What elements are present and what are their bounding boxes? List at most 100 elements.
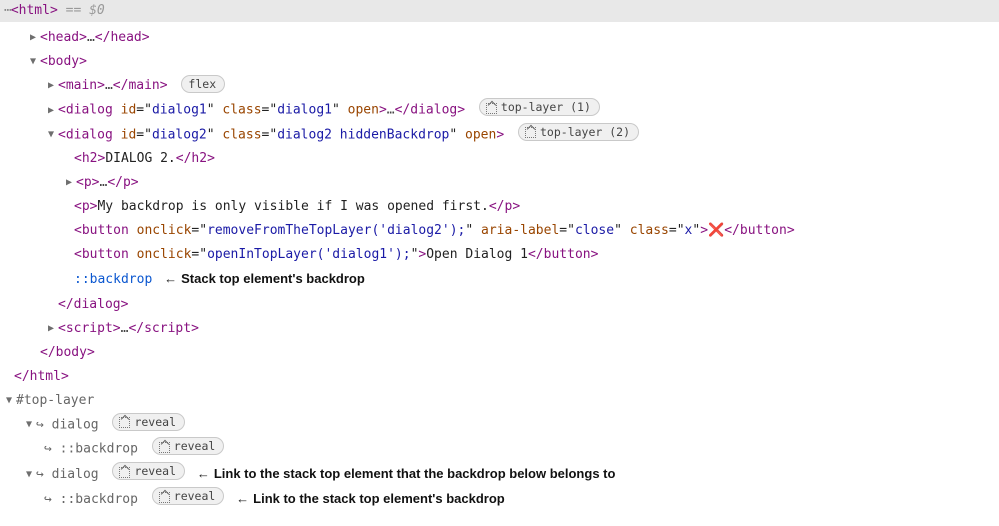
reveal-badge[interactable]: reveal [152,437,225,455]
flex-badge[interactable]: flex [181,75,225,93]
punct: </ [128,321,144,336]
punct: > [700,223,708,238]
return-arrow-icon: ↪ [44,442,52,457]
space [340,103,348,118]
tree-row-button-close[interactable]: <button onclick="removeFromTheTopLayer('… [0,219,999,243]
annotation-text: Stack top element's backdrop [181,271,365,286]
collapse-caret-icon[interactable]: ▼ [46,126,56,145]
collapse-caret-icon[interactable]: ▼ [28,53,38,72]
reveal-badge[interactable]: reveal [112,462,185,480]
attr-id: id [121,103,137,118]
tag-h2-close: h2 [191,151,207,166]
attr-open: open [465,127,496,142]
arrow-left-icon: ← [160,271,181,286]
punct: > [61,369,69,384]
eq: = [559,223,567,238]
text-content: DIALOG 2. [105,151,175,166]
punct: </ [489,199,505,214]
expand-caret-icon[interactable]: ▶ [46,320,56,339]
punct: </ [14,369,30,384]
collapse-caret-icon[interactable]: ▼ [4,392,14,411]
tree-row-body-open[interactable]: ▼<body> [0,50,999,74]
punct: > [787,223,795,238]
quote: " [199,223,207,238]
badge-label: top-layer (2) [540,124,630,140]
tag-script-close: script [144,321,191,336]
punct: < [74,199,82,214]
expand-caret-icon[interactable]: ▶ [28,29,38,48]
space [622,223,630,238]
punct: < [58,127,66,142]
punct: > [79,54,87,69]
punct: > [113,321,121,336]
tag-dialog: dialog [66,127,113,142]
punct: < [40,54,48,69]
tree-row-backdrop-pseudo[interactable]: ::backdrop ←Stack top element's backdrop [0,267,999,292]
tag-head: head [48,30,79,45]
tree-row-h2[interactable]: <h2>DIALOG 2.</h2> [0,147,999,171]
punct: < [74,247,82,262]
punct: < [58,321,66,336]
collapse-caret-icon[interactable]: ▼ [24,416,34,435]
quote: " [677,223,685,238]
top-layer-backdrop-row-1[interactable]: ↪ ::backdrop reveal [0,437,999,462]
target-icon [486,103,497,114]
punct: < [40,30,48,45]
collapse-caret-icon[interactable]: ▼ [24,466,34,485]
quote: " [332,103,340,118]
punct: </ [528,247,544,262]
reveal-badge[interactable]: reveal [152,487,225,505]
tree-row-main[interactable]: ▶<main>…</main> flex [0,74,999,98]
tree-row-dialog1[interactable]: ▶<dialog id="dialog1" class="dialog1" op… [0,98,999,123]
attr-onclick: onclick [137,223,192,238]
tree-row-script[interactable]: ▶<script>…</script> [0,317,999,341]
quote: " [269,127,277,142]
tag-button: button [82,247,129,262]
tree-row-button-open-dialog1[interactable]: <button onclick="openInTopLayer('dialog1… [0,243,999,267]
top-layer-badge[interactable]: top-layer (1) [479,98,600,116]
angle-close: > [50,3,58,18]
dom-tree[interactable]: ▶<head>…</head> ▼<body> ▶<main>…</main> … [0,22,999,522]
quote: " [465,223,473,238]
tree-row-head[interactable]: ▶<head>…</head> [0,26,999,50]
ellipsis-icon: ⋯ [4,3,11,18]
punct: </ [724,223,740,238]
target-icon [119,417,130,428]
tree-row-p-collapsed[interactable]: ▶<p>…</p> [0,171,999,195]
expand-caret-icon[interactable]: ▶ [64,174,74,193]
quote: " [269,103,277,118]
backdrop-label: ::backdrop [60,442,138,457]
tag-script: script [66,321,113,336]
space [113,103,121,118]
tag-dialog-close: dialog [410,103,457,118]
punct: </ [95,30,111,45]
punct: < [58,78,66,93]
tree-row-p-text[interactable]: <p>My backdrop is only visible if I was … [0,195,999,219]
reveal-badge[interactable]: reveal [112,413,185,431]
top-layer-dialog-row-2[interactable]: ▼↪ dialog reveal ←Link to the stack top … [0,462,999,487]
top-layer-dialog-row-1[interactable]: ▼↪ dialog reveal [0,413,999,438]
space [129,247,137,262]
expand-caret-icon[interactable]: ▶ [46,77,56,96]
tree-row-body-close[interactable]: </body> [0,341,999,365]
tree-row-dialog2-open[interactable]: ▼<dialog id="dialog2" class="dialog2 hid… [0,123,999,148]
punct: > [160,78,168,93]
expand-caret-icon[interactable]: ▶ [46,102,56,121]
value-id: dialog1 [152,103,207,118]
tag-body: body [48,54,79,69]
tree-row-html-close[interactable]: </html> [0,365,999,389]
quote: " [144,127,152,142]
top-layer-backdrop-row-2[interactable]: ↪ ::backdrop reveal ←Link to the stack t… [0,487,999,512]
attr-class: class [222,103,261,118]
punct: > [591,247,599,262]
return-arrow-icon: ↪ [36,417,44,432]
punct: > [512,199,520,214]
badge-label: reveal [174,488,216,504]
tree-row-dialog2-close[interactable]: </dialog> [0,293,999,317]
punct: < [58,103,66,118]
quote: " [199,247,207,262]
tag-head-close: head [110,30,141,45]
top-layer-badge[interactable]: top-layer (2) [518,123,639,141]
top-layer-header[interactable]: ▼#top-layer [0,389,999,413]
value-aria: close [575,223,614,238]
